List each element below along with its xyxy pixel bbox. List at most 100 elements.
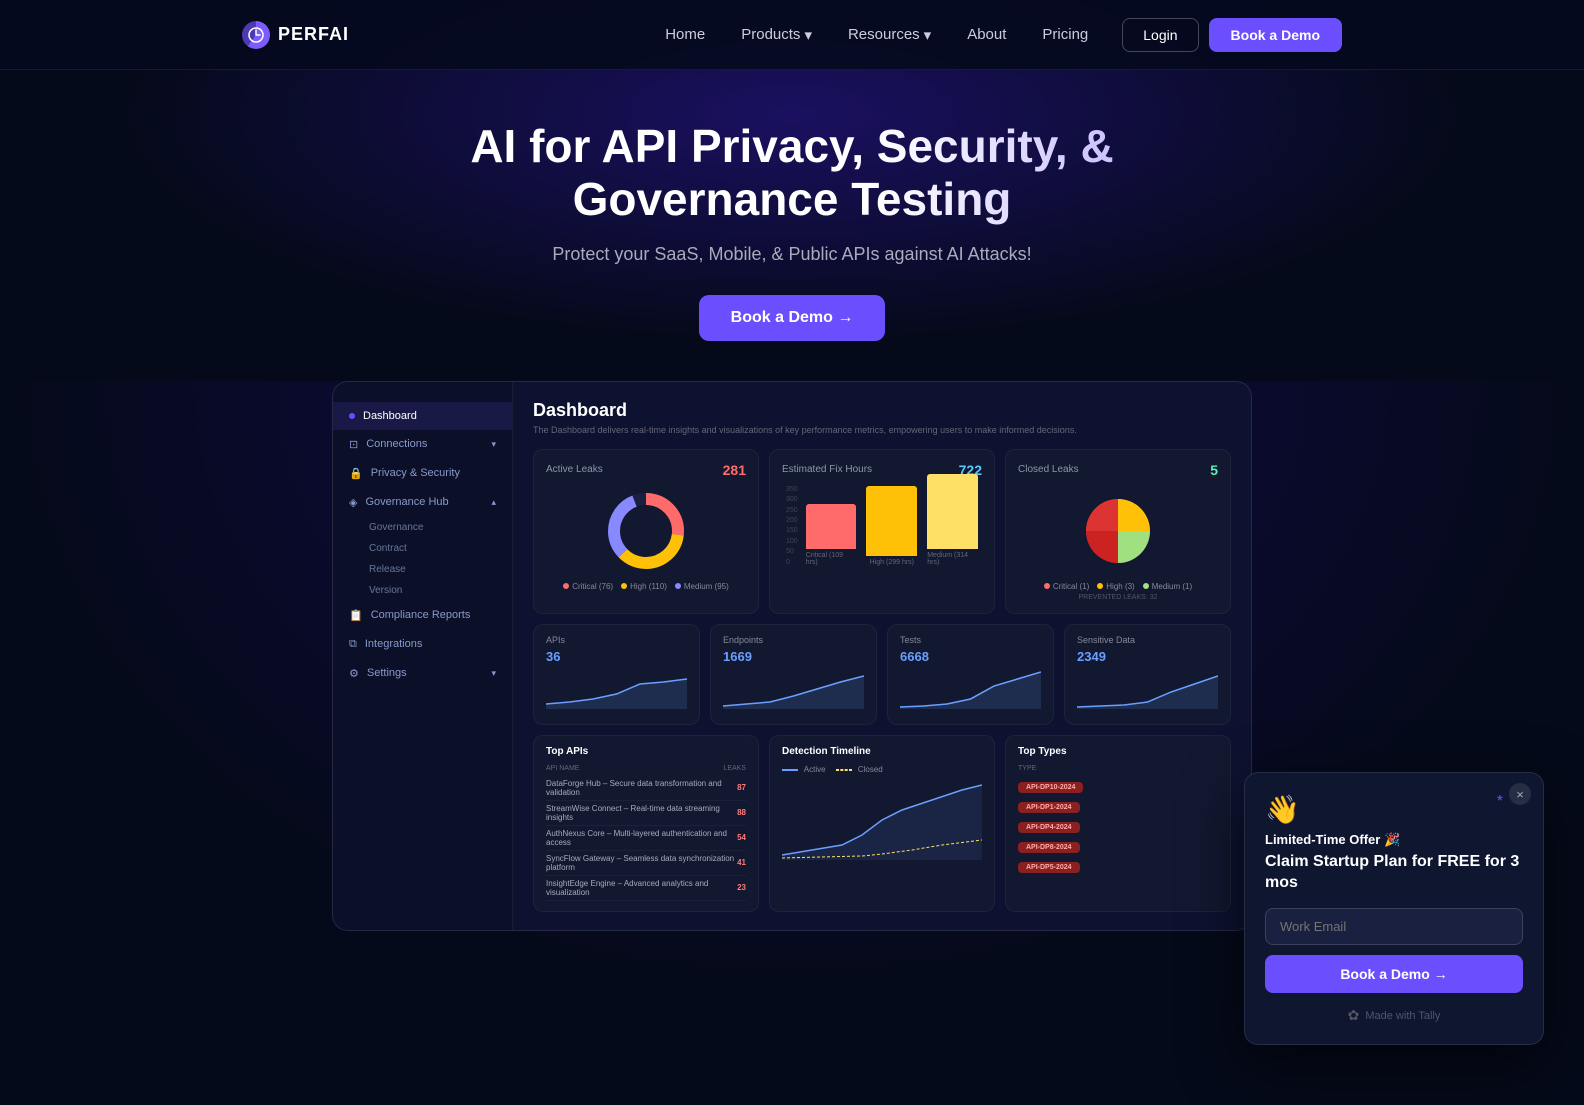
sensitive-data-metric-card: Sensitive Data 2349 [1064, 624, 1231, 725]
book-demo-nav-button[interactable]: Book a Demo [1209, 18, 1342, 52]
closed-leaks-value: 5 [1210, 462, 1218, 478]
popup-overlay: × 👋 Limited-Time Offer 🎉 Claim Startup P… [1244, 772, 1544, 1045]
popup-book-demo-button[interactable]: Book a Demo → [1265, 955, 1523, 993]
db-metrics-row: APIs 36 Endpoints 1669 Tests [533, 624, 1231, 725]
legend-medium: Medium (95) [675, 582, 729, 591]
detection-timeline-card: Detection Timeline Active Closed [769, 735, 995, 912]
sensitive-data-value: 2349 [1077, 649, 1218, 664]
sidebar-item-privacy[interactable]: 🔒 Privacy & Security [333, 459, 512, 488]
db-page-subtitle: The Dashboard delivers real-time insight… [533, 425, 1231, 435]
endpoints-metric-card: Endpoints 1669 [710, 624, 877, 725]
logo[interactable]: PERFAI [242, 21, 349, 49]
nav-resources[interactable]: Resources ▾ [834, 20, 945, 50]
chevron-up-icon: ▴ [491, 497, 496, 508]
tests-line-chart [900, 664, 1041, 709]
sidebar-item-version[interactable]: Version [361, 580, 512, 601]
endpoints-line-chart [723, 664, 864, 709]
sidebar-item-contract[interactable]: Contract [361, 538, 512, 559]
nav-home[interactable]: Home [651, 20, 719, 49]
pie-chart-container: Critical (1) High (3) Medium (1) PREVENT… [1018, 486, 1218, 601]
sidebar-item-release[interactable]: Release [361, 559, 512, 580]
sidebar-item-compliance[interactable]: 📋 Compliance Reports [333, 601, 512, 630]
hero-subtitle: Protect your SaaS, Mobile, & Public APIs… [552, 244, 1031, 265]
table-row: SyncFlow Gateway – Seamless data synchro… [546, 851, 746, 876]
logo-text: PERFAI [278, 24, 349, 45]
donut-chart-container: Critical (76) High (110) Medium (95) [546, 486, 746, 591]
top-types-title: Top Types [1018, 746, 1218, 757]
sidebar-item-governance[interactable]: ◈ Governance Hub ▴ [333, 488, 512, 517]
top-types-card: Top Types TYPE API-DP10-2024 API-DP1-202… [1005, 735, 1231, 912]
top-apis-card: Top APIs API NAME LEAKS DataForge Hub – … [533, 735, 759, 912]
tally-label: Made with Tally [1365, 1010, 1440, 1022]
login-button[interactable]: Login [1122, 18, 1198, 52]
top-apis-title: Top APIs [546, 746, 746, 757]
nav-about[interactable]: About [953, 20, 1020, 49]
y-axis: 350300250200150100500 [786, 486, 802, 566]
closed-leaks-card: Closed Leaks 5 [1005, 449, 1231, 614]
tests-metric-card: Tests 6668 [887, 624, 1054, 725]
active-leaks-card: Active Leaks 281 [533, 449, 759, 614]
dashboard-wrapper: Dashboard ⊡ Connections ▾ 🔒 Privacy & Se… [332, 381, 1252, 931]
book-demo-hero-button[interactable]: Book a Demo → [699, 295, 886, 341]
endpoints-value: 1669 [723, 649, 864, 664]
bar-medium: Medium (314 hrs) [927, 474, 978, 566]
nav-links: Home Products ▾ Resources ▾ About Pricin… [651, 20, 1102, 50]
list-item: API-DP5-2024 [1018, 856, 1218, 876]
popup-asterisk: * [1497, 793, 1503, 811]
integrations-icon: ⧉ [349, 638, 357, 651]
sensitive-data-line-chart [1077, 664, 1218, 709]
popup-offer-label: Limited-Time Offer 🎉 [1265, 832, 1523, 848]
table-row: DataForge Hub – Secure data transformati… [546, 776, 746, 801]
chevron-down-icon: ▾ [804, 26, 812, 44]
chevron-down-icon: ▾ [924, 26, 932, 44]
privacy-icon: 🔒 [349, 467, 363, 480]
chevron-down-icon: ▾ [491, 439, 496, 450]
bar-chart: 350300250200150100500 Critical (109 hrs)… [782, 486, 982, 566]
popup-close-button[interactable]: × [1509, 783, 1531, 805]
wave-emoji: 👋 [1265, 793, 1523, 826]
timeline-chart [782, 780, 982, 860]
active-leaks-title: Active Leaks [546, 464, 603, 475]
top-types-header: TYPE [1018, 765, 1218, 772]
nav-pricing[interactable]: Pricing [1028, 20, 1102, 49]
dashboard-icon [349, 413, 355, 419]
pie-legend: Critical (1) High (3) Medium (1) [1044, 582, 1192, 591]
table-row: StreamWise Connect – Real-time data stre… [546, 801, 746, 826]
top-apis-header: API NAME LEAKS [546, 765, 746, 772]
nav-products[interactable]: Products ▾ [727, 20, 826, 50]
popup: × 👋 Limited-Time Offer 🎉 Claim Startup P… [1244, 772, 1544, 1045]
timeline-legend-closed: Closed [836, 765, 883, 774]
timeline-legend-active: Active [782, 765, 826, 774]
bar-label-high: High (299 hrs) [870, 559, 914, 566]
db-main-content: Dashboard The Dashboard delivers real-ti… [513, 382, 1251, 930]
list-item: API-DP8-2024 [1018, 836, 1218, 856]
list-item: API-DP1-2024 [1018, 796, 1218, 816]
connections-icon: ⊡ [349, 438, 358, 451]
governance-icon: ◈ [349, 496, 357, 509]
closed-leaks-title: Closed Leaks [1018, 464, 1079, 475]
sidebar-item-dashboard[interactable]: Dashboard [333, 402, 512, 430]
hero-title: AI for API Privacy, Security, & Governan… [382, 120, 1202, 226]
settings-icon: ⚙ [349, 667, 359, 680]
legend-critical-closed: Critical (1) [1044, 582, 1089, 591]
bars-container: Critical (109 hrs) High (299 hrs) Medium… [806, 474, 978, 566]
active-leaks-header: Active Leaks 281 [546, 462, 746, 478]
chevron-down-icon: ▾ [491, 668, 496, 679]
legend-high-closed: High (3) [1097, 582, 1134, 591]
sidebar-item-integrations[interactable]: ⧉ Integrations [333, 630, 512, 659]
prevented-leaks-label: PREVENTED LEAKS: 32 [1079, 594, 1158, 601]
navbar: PERFAI Home Products ▾ Resources ▾ About… [0, 0, 1584, 70]
bar-critical: Critical (109 hrs) [806, 504, 857, 566]
email-field[interactable] [1265, 908, 1523, 945]
apis-line-chart [546, 664, 687, 709]
legend-critical: Critical (76) [563, 582, 613, 591]
bar-high: High (299 hrs) [866, 486, 917, 566]
compliance-icon: 📋 [349, 609, 363, 622]
db-sidebar: Dashboard ⊡ Connections ▾ 🔒 Privacy & Se… [333, 382, 513, 930]
sidebar-governance-submenu: Governance Contract Release Version [333, 517, 512, 601]
sidebar-item-connections[interactable]: ⊡ Connections ▾ [333, 430, 512, 459]
sidebar-item-settings[interactable]: ⚙ Settings ▾ [333, 659, 512, 688]
sidebar-item-governance-sub[interactable]: Governance [361, 517, 512, 538]
tests-value: 6668 [900, 649, 1041, 664]
fix-hours-card: Estimated Fix Hours 722 3503002502001501… [769, 449, 995, 614]
